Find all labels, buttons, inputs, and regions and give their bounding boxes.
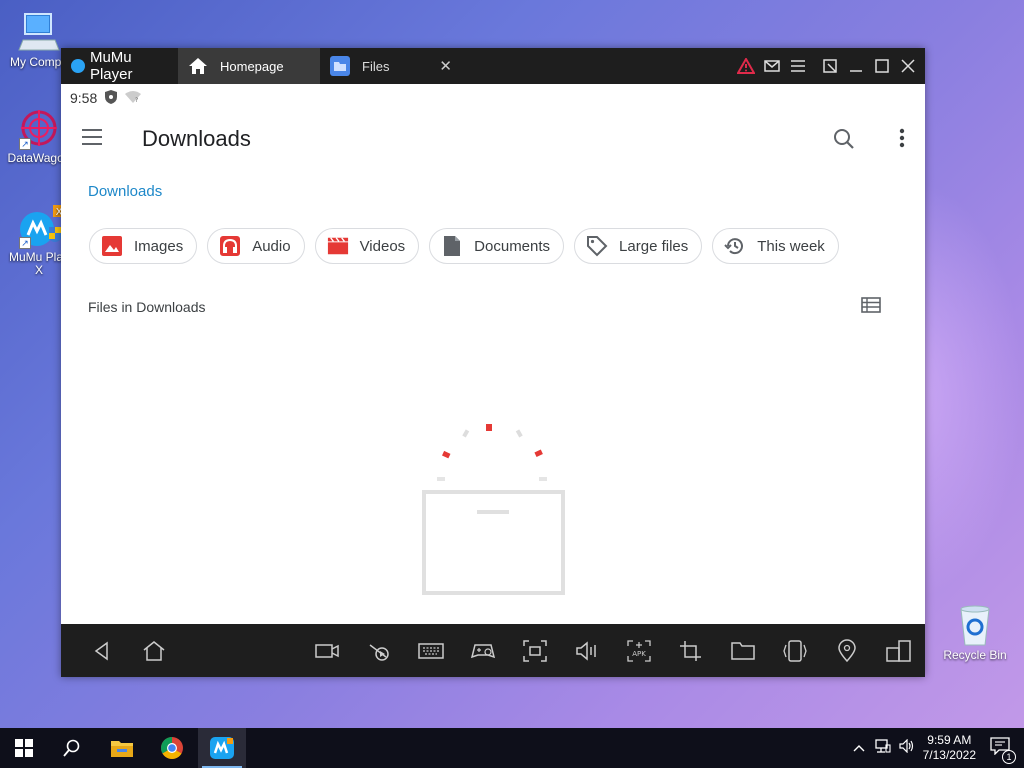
status-time: 9:58 xyxy=(70,90,98,106)
mumu-icon xyxy=(210,737,234,759)
chip-label: This week xyxy=(757,237,825,255)
operation-record-icon[interactable] xyxy=(366,639,392,663)
chip-images[interactable]: Images xyxy=(89,228,198,264)
home-icon xyxy=(188,57,208,75)
mumu-logo: MuMu Player xyxy=(61,49,178,83)
mail-icon[interactable] xyxy=(763,57,781,75)
keyboard-icon[interactable] xyxy=(418,639,444,663)
mumu-app-title: MuMu Player xyxy=(89,49,133,83)
notification-badge: 1 xyxy=(1002,749,1016,764)
history-icon xyxy=(724,235,746,257)
shake-icon[interactable] xyxy=(782,639,808,663)
window-controls xyxy=(737,48,917,84)
tab-label: Files xyxy=(362,58,390,74)
category-chips: Images Audio Videos Documents Large file… xyxy=(89,228,839,264)
chip-label: Images xyxy=(134,237,184,255)
folder-icon xyxy=(330,56,350,76)
clock-time: 9:59 AM xyxy=(927,733,972,747)
chrome-icon xyxy=(161,737,183,759)
mumu-player-window: MuMu Player Homepage Files ✕ 9:58 ? Down… xyxy=(61,48,925,677)
shield-icon xyxy=(105,89,118,107)
network-icon[interactable] xyxy=(874,738,891,758)
chevron-up-icon[interactable] xyxy=(853,739,865,757)
list-view-icon[interactable] xyxy=(861,297,881,318)
taskbar-clock[interactable]: 9:59 AM 7/13/2022 xyxy=(923,733,976,763)
notification-center-icon[interactable]: 1 xyxy=(990,736,1016,764)
chip-this-week[interactable]: This week xyxy=(712,228,839,264)
image-icon xyxy=(101,235,123,257)
mumu-bottom-toolbar: APK xyxy=(61,624,925,677)
app-bar: Downloads xyxy=(61,112,925,166)
empty-folder-illustration xyxy=(413,418,573,603)
crop-screenshot-icon[interactable] xyxy=(678,639,704,663)
datawagon-icon: ↗ xyxy=(17,106,61,150)
chip-videos[interactable]: Videos xyxy=(314,228,420,264)
computer-icon xyxy=(17,10,61,54)
chip-label: Videos xyxy=(359,237,406,255)
menu-icon[interactable] xyxy=(789,57,807,75)
tab-label: Homepage xyxy=(220,58,284,74)
speaker-icon[interactable] xyxy=(899,738,915,758)
search-icon[interactable] xyxy=(833,128,855,155)
chip-label: Audio xyxy=(252,237,291,255)
close-icon[interactable]: ✕ xyxy=(439,57,452,75)
breadcrumb[interactable]: Downloads xyxy=(88,183,162,200)
search-icon xyxy=(63,739,80,757)
back-icon[interactable] xyxy=(89,639,115,663)
shared-folder-icon[interactable] xyxy=(730,639,756,663)
svg-text:APK: APK xyxy=(632,650,646,658)
fullscreen-icon[interactable] xyxy=(522,639,548,663)
close-window-icon[interactable] xyxy=(899,57,917,75)
system-tray: 9:59 AM 7/13/2022 1 xyxy=(853,728,1024,768)
document-icon xyxy=(441,235,463,257)
chip-label: Large files xyxy=(619,237,689,255)
apk-install-icon[interactable]: APK xyxy=(626,639,652,663)
maximize-icon[interactable] xyxy=(873,57,891,75)
wifi-unknown-icon: ? xyxy=(125,90,142,106)
record-video-icon[interactable] xyxy=(314,639,340,663)
windows-logo-icon xyxy=(15,739,33,757)
gamepad-icon[interactable] xyxy=(470,639,496,663)
mumu-titlebar: MuMu Player Homepage Files ✕ xyxy=(61,48,925,84)
more-options-icon[interactable] xyxy=(899,128,905,153)
minimize-icon[interactable] xyxy=(847,57,865,75)
tab-files[interactable]: Files ✕ xyxy=(320,48,462,84)
location-icon[interactable] xyxy=(834,639,860,663)
chrome-button[interactable] xyxy=(148,728,196,768)
mumu-logo-icon xyxy=(71,59,85,73)
chip-large-files[interactable]: Large files xyxy=(574,228,703,264)
resize-icon[interactable] xyxy=(821,57,839,75)
headphones-icon xyxy=(219,235,241,257)
file-explorer-icon xyxy=(111,741,133,757)
section-label: Files in Downloads xyxy=(88,299,206,315)
windows-taskbar: 9:59 AM 7/13/2022 1 xyxy=(0,728,1024,768)
shortcut-arrow-icon: ↗ xyxy=(19,138,31,150)
chip-label: Documents xyxy=(474,237,551,255)
android-status-bar: 9:58 ? xyxy=(61,84,925,112)
hamburger-menu-icon[interactable] xyxy=(81,128,103,151)
search-taskbar-button[interactable] xyxy=(48,728,96,768)
chip-documents[interactable]: Documents xyxy=(429,228,565,264)
desktop-icon-recycle-bin[interactable]: Recycle Bin xyxy=(936,603,1014,662)
multi-window-icon[interactable] xyxy=(886,639,912,663)
start-button[interactable] xyxy=(0,728,48,768)
alert-icon[interactable] xyxy=(737,57,755,75)
home-nav-icon[interactable] xyxy=(141,639,167,663)
mumu-icon: X ↗ xyxy=(17,205,65,249)
tag-icon xyxy=(586,235,608,257)
svg-text:?: ? xyxy=(135,97,138,103)
mumu-taskbar-button[interactable] xyxy=(198,728,246,768)
file-explorer-button[interactable] xyxy=(98,728,146,768)
clock-date: 7/13/2022 xyxy=(922,748,976,762)
chip-audio[interactable]: Audio xyxy=(207,228,305,264)
shortcut-arrow-icon: ↗ xyxy=(19,237,31,249)
tab-homepage[interactable]: Homepage xyxy=(178,48,320,84)
clapper-icon xyxy=(327,235,349,257)
recycle-bin-icon xyxy=(953,603,997,647)
desktop-icon-label: Recycle Bin xyxy=(943,648,1007,662)
volume-icon[interactable] xyxy=(574,639,600,663)
page-title: Downloads xyxy=(142,126,251,151)
